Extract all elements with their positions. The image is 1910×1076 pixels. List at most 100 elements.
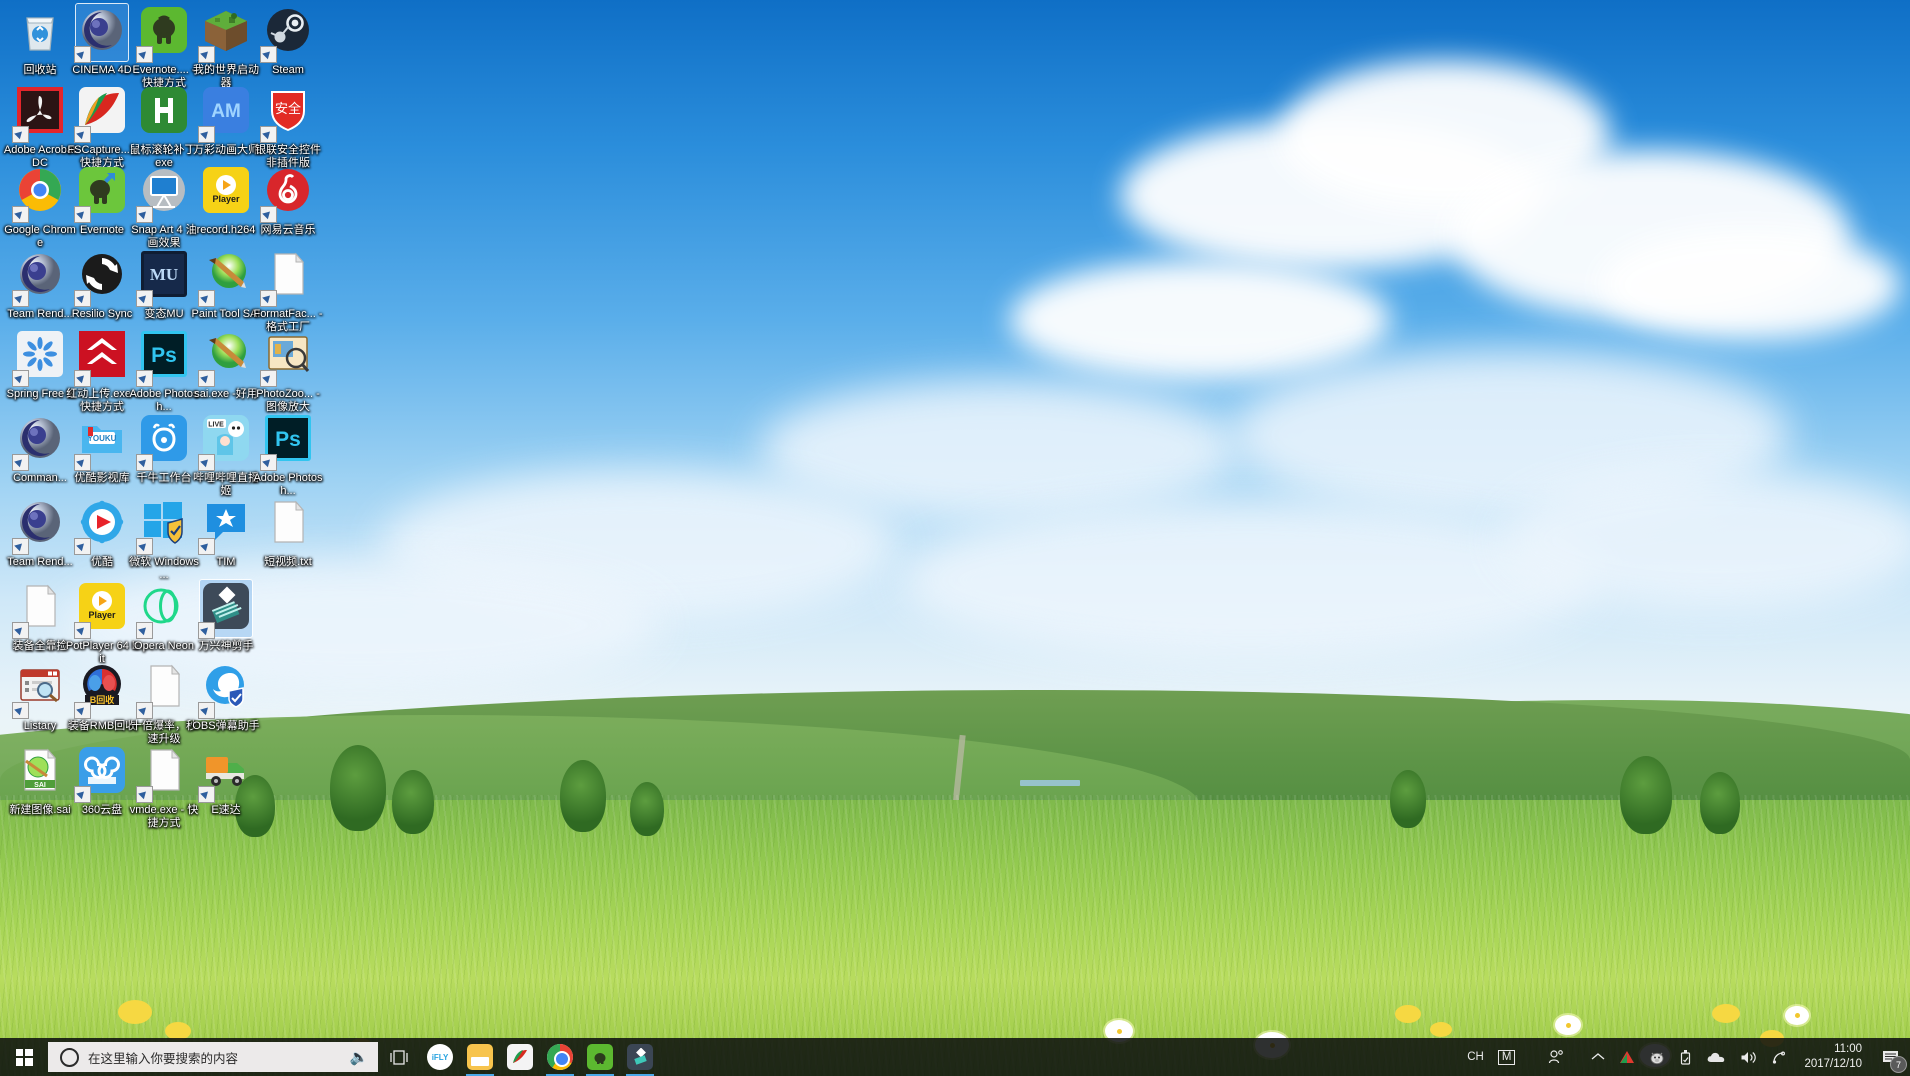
- bilibili-live-icon[interactable]: LIVE: [198, 412, 252, 471]
- shortcut-overlay-icon: [12, 454, 29, 471]
- desktop-icon[interactable]: E速达: [188, 744, 264, 817]
- cinema4d-icon[interactable]: [12, 412, 66, 471]
- listary-icon[interactable]: [12, 660, 66, 719]
- network-icon[interactable]: [1764, 1038, 1794, 1076]
- acrobat-icon[interactable]: [12, 84, 66, 143]
- show-hidden-icons-chevron-icon[interactable]: [1571, 1038, 1612, 1076]
- h-green-icon[interactable]: [138, 84, 190, 141]
- mu-icon[interactable]: MU: [136, 248, 190, 307]
- ime-mode-indicator[interactable]: M: [1491, 1038, 1523, 1076]
- desktop-icon[interactable]: OBS弹幕助手: [188, 660, 264, 733]
- clock[interactable]: 11:00 2017/12/10: [1794, 1038, 1874, 1076]
- doc-icon[interactable]: [136, 744, 190, 803]
- svg-text:AM: AM: [211, 101, 241, 122]
- taskbar[interactable]: 在这里输入你要搜索的内容 🔈 iFLY CH M 11:00 2017/12/1…: [0, 1038, 1910, 1076]
- shortcut-overlay-icon: [12, 370, 29, 387]
- microphone-icon[interactable]: 🔈: [348, 1048, 370, 1066]
- shortcut-overlay-icon: [260, 46, 277, 63]
- youku-folder-icon[interactable]: YOUKU: [74, 412, 128, 471]
- doc-icon[interactable]: [136, 660, 190, 719]
- operaneon-icon[interactable]: [136, 580, 190, 639]
- taskbar-app-fscapture[interactable]: [500, 1038, 540, 1076]
- desktop-icon-grid[interactable]: 回收站 CINEMA 4D Evernote.... - 快捷方式 我的世界启动器 St…: [0, 0, 380, 1020]
- tim-icon[interactable]: [198, 496, 252, 555]
- potplayer-icon[interactable]: Player: [200, 164, 252, 221]
- people-icon[interactable]: [1522, 1038, 1571, 1076]
- recycle-bin-icon[interactable]: [14, 4, 66, 61]
- search-input[interactable]: 在这里输入你要搜索的内容: [88, 1048, 348, 1067]
- taskbar-app-chrome[interactable]: [540, 1038, 580, 1076]
- game-rmb-icon[interactable]: B回收: [74, 660, 128, 719]
- cinema4d-icon[interactable]: [12, 248, 66, 307]
- desktop-icon[interactable]: 网易云音乐: [250, 164, 326, 237]
- defender-icon[interactable]: [136, 496, 190, 555]
- task-view-button[interactable]: [378, 1038, 420, 1076]
- ime-language-indicator[interactable]: CH: [1460, 1038, 1491, 1076]
- wallpaper-tree: [1620, 756, 1672, 834]
- shortcut-overlay-icon: [74, 126, 91, 143]
- cloud: [1600, 230, 1900, 340]
- chrome-icon[interactable]: [12, 164, 66, 223]
- evernote-icon[interactable]: [136, 4, 190, 63]
- resilio-icon[interactable]: [74, 248, 128, 307]
- redupload-icon[interactable]: [74, 328, 128, 387]
- qianniu-icon[interactable]: [136, 412, 190, 471]
- desktop-icon[interactable]: FormatFac... - 格式工厂: [250, 248, 326, 333]
- windows-logo-icon: [15, 1048, 33, 1066]
- taskbar-app-evernote[interactable]: [580, 1038, 620, 1076]
- sai-icon[interactable]: [198, 328, 252, 387]
- desktop-icon[interactable]: 安全 银联安全控件非插件版: [250, 84, 326, 169]
- system-tray[interactable]: CH M 11:00 2017/12/10 7: [1460, 1038, 1910, 1076]
- taskbar-app-file-explorer[interactable]: [460, 1038, 500, 1076]
- antivirus-icon[interactable]: [1642, 1038, 1672, 1076]
- desktop-icon-label: 短视频.txt: [264, 556, 312, 568]
- wallpaper-flower: [1555, 1015, 1581, 1035]
- obs-danmu-icon[interactable]: [198, 660, 252, 719]
- taskbar-app-iflyime[interactable]: iFLY: [420, 1038, 460, 1076]
- shortcut-overlay-icon: [74, 454, 91, 471]
- search-box[interactable]: 在这里输入你要搜索的内容 🔈: [48, 1042, 378, 1072]
- volume-icon[interactable]: [1733, 1038, 1764, 1076]
- start-button[interactable]: [0, 1038, 48, 1076]
- fscapture-icon[interactable]: [74, 84, 128, 143]
- cinema4d-icon[interactable]: [74, 3, 129, 63]
- svg-text:SAI: SAI: [34, 782, 46, 789]
- onedrive-cloud-icon[interactable]: [1699, 1038, 1733, 1076]
- spring-icon[interactable]: [12, 328, 66, 387]
- evernote-sync-icon[interactable]: [74, 164, 128, 223]
- desktop-icon[interactable]: PhotoZoo... -图像放大: [250, 328, 326, 413]
- minecraft-icon[interactable]: [198, 4, 252, 63]
- steam-icon[interactable]: [260, 4, 314, 63]
- qq-pinyin-icon[interactable]: [1612, 1038, 1642, 1076]
- photoshop-icon[interactable]: Ps: [136, 328, 190, 387]
- desktop-icon[interactable]: 短视频.txt: [250, 496, 326, 569]
- netease-icon[interactable]: [260, 164, 314, 223]
- desktop-icon[interactable]: Steam: [250, 4, 326, 77]
- animaker-icon[interactable]: AM: [198, 84, 252, 143]
- shortcut-overlay-icon: [136, 370, 153, 387]
- 360cloud-icon[interactable]: [74, 744, 128, 803]
- sai-icon[interactable]: [198, 248, 252, 307]
- unionpay-icon[interactable]: 安全: [260, 84, 314, 143]
- desktop-icon[interactable]: 万兴神剪手: [188, 579, 264, 653]
- safely-remove-usb-icon[interactable]: [1672, 1038, 1699, 1076]
- snapart-icon[interactable]: [136, 164, 190, 223]
- taskbar-app-filmora[interactable]: [620, 1038, 660, 1076]
- esuda-icon[interactable]: [198, 744, 252, 803]
- cinema4d-icon[interactable]: [12, 496, 66, 555]
- potplayer-icon[interactable]: Player: [74, 580, 128, 639]
- filmora-icon[interactable]: [198, 579, 253, 639]
- shortcut-overlay-icon: [260, 290, 277, 307]
- action-center-button[interactable]: 7: [1874, 1038, 1910, 1076]
- doc-icon[interactable]: [260, 248, 314, 307]
- youku-icon[interactable]: [74, 496, 128, 555]
- photoshop-icon[interactable]: Ps: [260, 412, 314, 471]
- doc-icon[interactable]: [12, 580, 66, 639]
- doc-icon[interactable]: [262, 496, 314, 553]
- shortcut-overlay-icon: [12, 206, 29, 223]
- desktop-icon[interactable]: Ps Adobe Photosh...: [250, 412, 326, 497]
- shortcut-overlay-icon: [260, 454, 277, 471]
- sai-file-icon[interactable]: SAI: [14, 744, 66, 801]
- folder-icon: [467, 1044, 493, 1070]
- photozoom-icon[interactable]: [260, 328, 314, 387]
